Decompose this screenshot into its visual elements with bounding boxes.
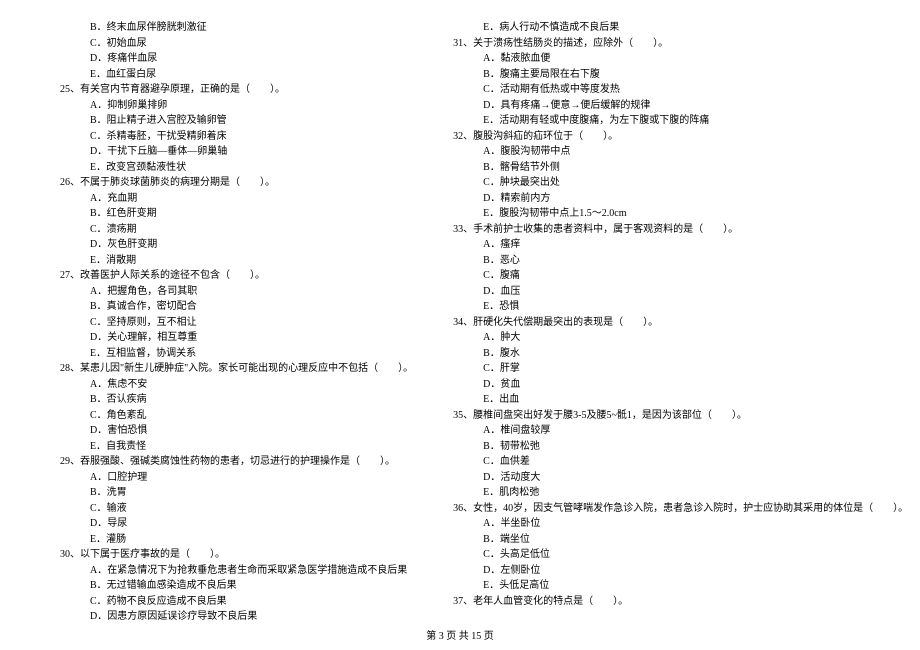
option-line: A．充血期 <box>60 191 413 207</box>
option-line: B．真诚合作，密切配合 <box>60 299 413 315</box>
option-line: D．贫血 <box>453 377 908 393</box>
question-line: 31、关于溃疡性结肠炎的描述，应除外（ ）。 <box>453 36 908 52</box>
question-line: 34、肝硬化失代偿期最突出的表现是（ ）。 <box>453 315 908 331</box>
option-line: E．病人行动不慎造成不良后果 <box>453 20 908 36</box>
option-line: C．肿块最突出处 <box>453 175 908 191</box>
option-line: C．初始血尿 <box>60 36 413 52</box>
question-line: 28、某患儿因"新生儿硬肿症"入院。家长可能出现的心理反应中不包括（ ）。 <box>60 361 413 377</box>
option-line: A．把握角色，各司其职 <box>60 284 413 300</box>
option-line: E．出血 <box>453 392 908 408</box>
option-line: D．活动度大 <box>453 470 908 486</box>
option-line: B．终末血尿伴膀胱刺激征 <box>60 20 413 36</box>
option-line: E．腹股沟韧带中点上1.5～2.0cm <box>453 206 908 222</box>
option-line: D．左侧卧位 <box>453 563 908 579</box>
option-line: D．因患方原因延误诊疗导致不良后果 <box>60 609 413 625</box>
option-line: E．改变宫颈黏液性状 <box>60 160 413 176</box>
option-line: A．在紧急情况下为抢救垂危患者生命而采取紧急医学措施造成不良后果 <box>60 563 413 579</box>
option-line: E．自我责怪 <box>60 439 413 455</box>
question-line: 30、以下属于医疗事故的是（ ）。 <box>60 547 413 563</box>
option-line: B．腹痛主要局限在右下腹 <box>453 67 908 83</box>
option-line: E．互相监督，协调关系 <box>60 346 413 362</box>
question-line: 25、有关宫内节育器避孕原理，正确的是（ ）。 <box>60 82 413 98</box>
option-line: B．无过错输血感染造成不良后果 <box>60 578 413 594</box>
option-line: C．头高足低位 <box>453 547 908 563</box>
option-line: C．杀精毒胚，干扰受精卵着床 <box>60 129 413 145</box>
option-line: B．髂骨结节外侧 <box>453 160 908 176</box>
option-line: B．韧带松弛 <box>453 439 908 455</box>
option-line: C．溃疡期 <box>60 222 413 238</box>
page-footer: 第 3 页 共 15 页 <box>0 627 920 642</box>
option-line: B．腹水 <box>453 346 908 362</box>
option-line: C．腹痛 <box>453 268 908 284</box>
option-line: D．害怕恐惧 <box>60 423 413 439</box>
option-line: A．抑制卵巢排卵 <box>60 98 413 114</box>
option-line: B．红色肝变期 <box>60 206 413 222</box>
option-line: A．口腔护理 <box>60 470 413 486</box>
option-line: C．活动期有低热或中等度发热 <box>453 82 908 98</box>
option-line: D．灰色肝变期 <box>60 237 413 253</box>
option-line: B．否认疾病 <box>60 392 413 408</box>
option-line: C．输液 <box>60 501 413 517</box>
option-line: D．具有疼痛→便意→便后缓解的规律 <box>453 98 908 114</box>
option-line: D．关心理解，相互尊重 <box>60 330 413 346</box>
question-line: 27、改善医护人际关系的途径不包含（ ）。 <box>60 268 413 284</box>
option-line: B．端坐位 <box>453 532 908 548</box>
question-line: 35、腰椎间盘突出好发于腰3-5及腰5~骶1，是因为该部位（ ）。 <box>453 408 908 424</box>
left-column: B．终末血尿伴膀胱刺激征C．初始血尿D．疼痛伴血尿E．血红蛋白尿25、有关宫内节… <box>60 20 413 610</box>
question-line: 32、腹股沟斜疝的疝环位于（ ）。 <box>453 129 908 145</box>
option-line: B．洗胃 <box>60 485 413 501</box>
option-line: B．恶心 <box>453 253 908 269</box>
question-line: 26、不属于肺炎球菌肺炎的病理分期是（ ）。 <box>60 175 413 191</box>
option-line: A．肿大 <box>453 330 908 346</box>
option-line: D．导尿 <box>60 516 413 532</box>
option-line: B．阻止精子进入宫腔及输卵管 <box>60 113 413 129</box>
question-line: 29、吞服强酸、强碱类腐蚀性药物的患者，切忌进行的护理操作是（ ）。 <box>60 454 413 470</box>
option-line: E．活动期有轻或中度腹痛，为左下腹或下腹的阵痛 <box>453 113 908 129</box>
option-line: C．肝掌 <box>453 361 908 377</box>
page-columns: B．终末血尿伴膀胱刺激征C．初始血尿D．疼痛伴血尿E．血红蛋白尿25、有关宫内节… <box>60 20 860 610</box>
question-line: 37、老年人血管变化的特点是（ ）。 <box>453 594 908 610</box>
option-line: E．灌肠 <box>60 532 413 548</box>
option-line: E．恐惧 <box>453 299 908 315</box>
option-line: C．药物不良反应造成不良后果 <box>60 594 413 610</box>
option-line: D．干扰下丘脑—垂体—卵巢轴 <box>60 144 413 160</box>
option-line: A．黏液脓血便 <box>453 51 908 67</box>
option-line: D．精索前内方 <box>453 191 908 207</box>
option-line: E．肌肉松弛 <box>453 485 908 501</box>
option-line: C．角色紊乱 <box>60 408 413 424</box>
option-line: A．瘙痒 <box>453 237 908 253</box>
option-line: A．腹股沟韧带中点 <box>453 144 908 160</box>
option-line: A．焦虑不安 <box>60 377 413 393</box>
question-line: 36、女性，40岁，因支气管哮喘发作急诊入院，患者急诊入院时，护士应协助其采用的… <box>453 501 908 517</box>
option-line: A．椎间盘较厚 <box>453 423 908 439</box>
right-column: E．病人行动不慎造成不良后果31、关于溃疡性结肠炎的描述，应除外（ ）。A．黏液… <box>453 20 908 610</box>
option-line: E．头低足高位 <box>453 578 908 594</box>
option-line: E．消散期 <box>60 253 413 269</box>
option-line: E．血红蛋白尿 <box>60 67 413 83</box>
option-line: C．血供差 <box>453 454 908 470</box>
option-line: D．血压 <box>453 284 908 300</box>
option-line: A．半坐卧位 <box>453 516 908 532</box>
option-line: D．疼痛伴血尿 <box>60 51 413 67</box>
option-line: C．坚持原则，互不相让 <box>60 315 413 331</box>
question-line: 33、手术前护士收集的患者资料中，属于客观资料的是（ ）。 <box>453 222 908 238</box>
